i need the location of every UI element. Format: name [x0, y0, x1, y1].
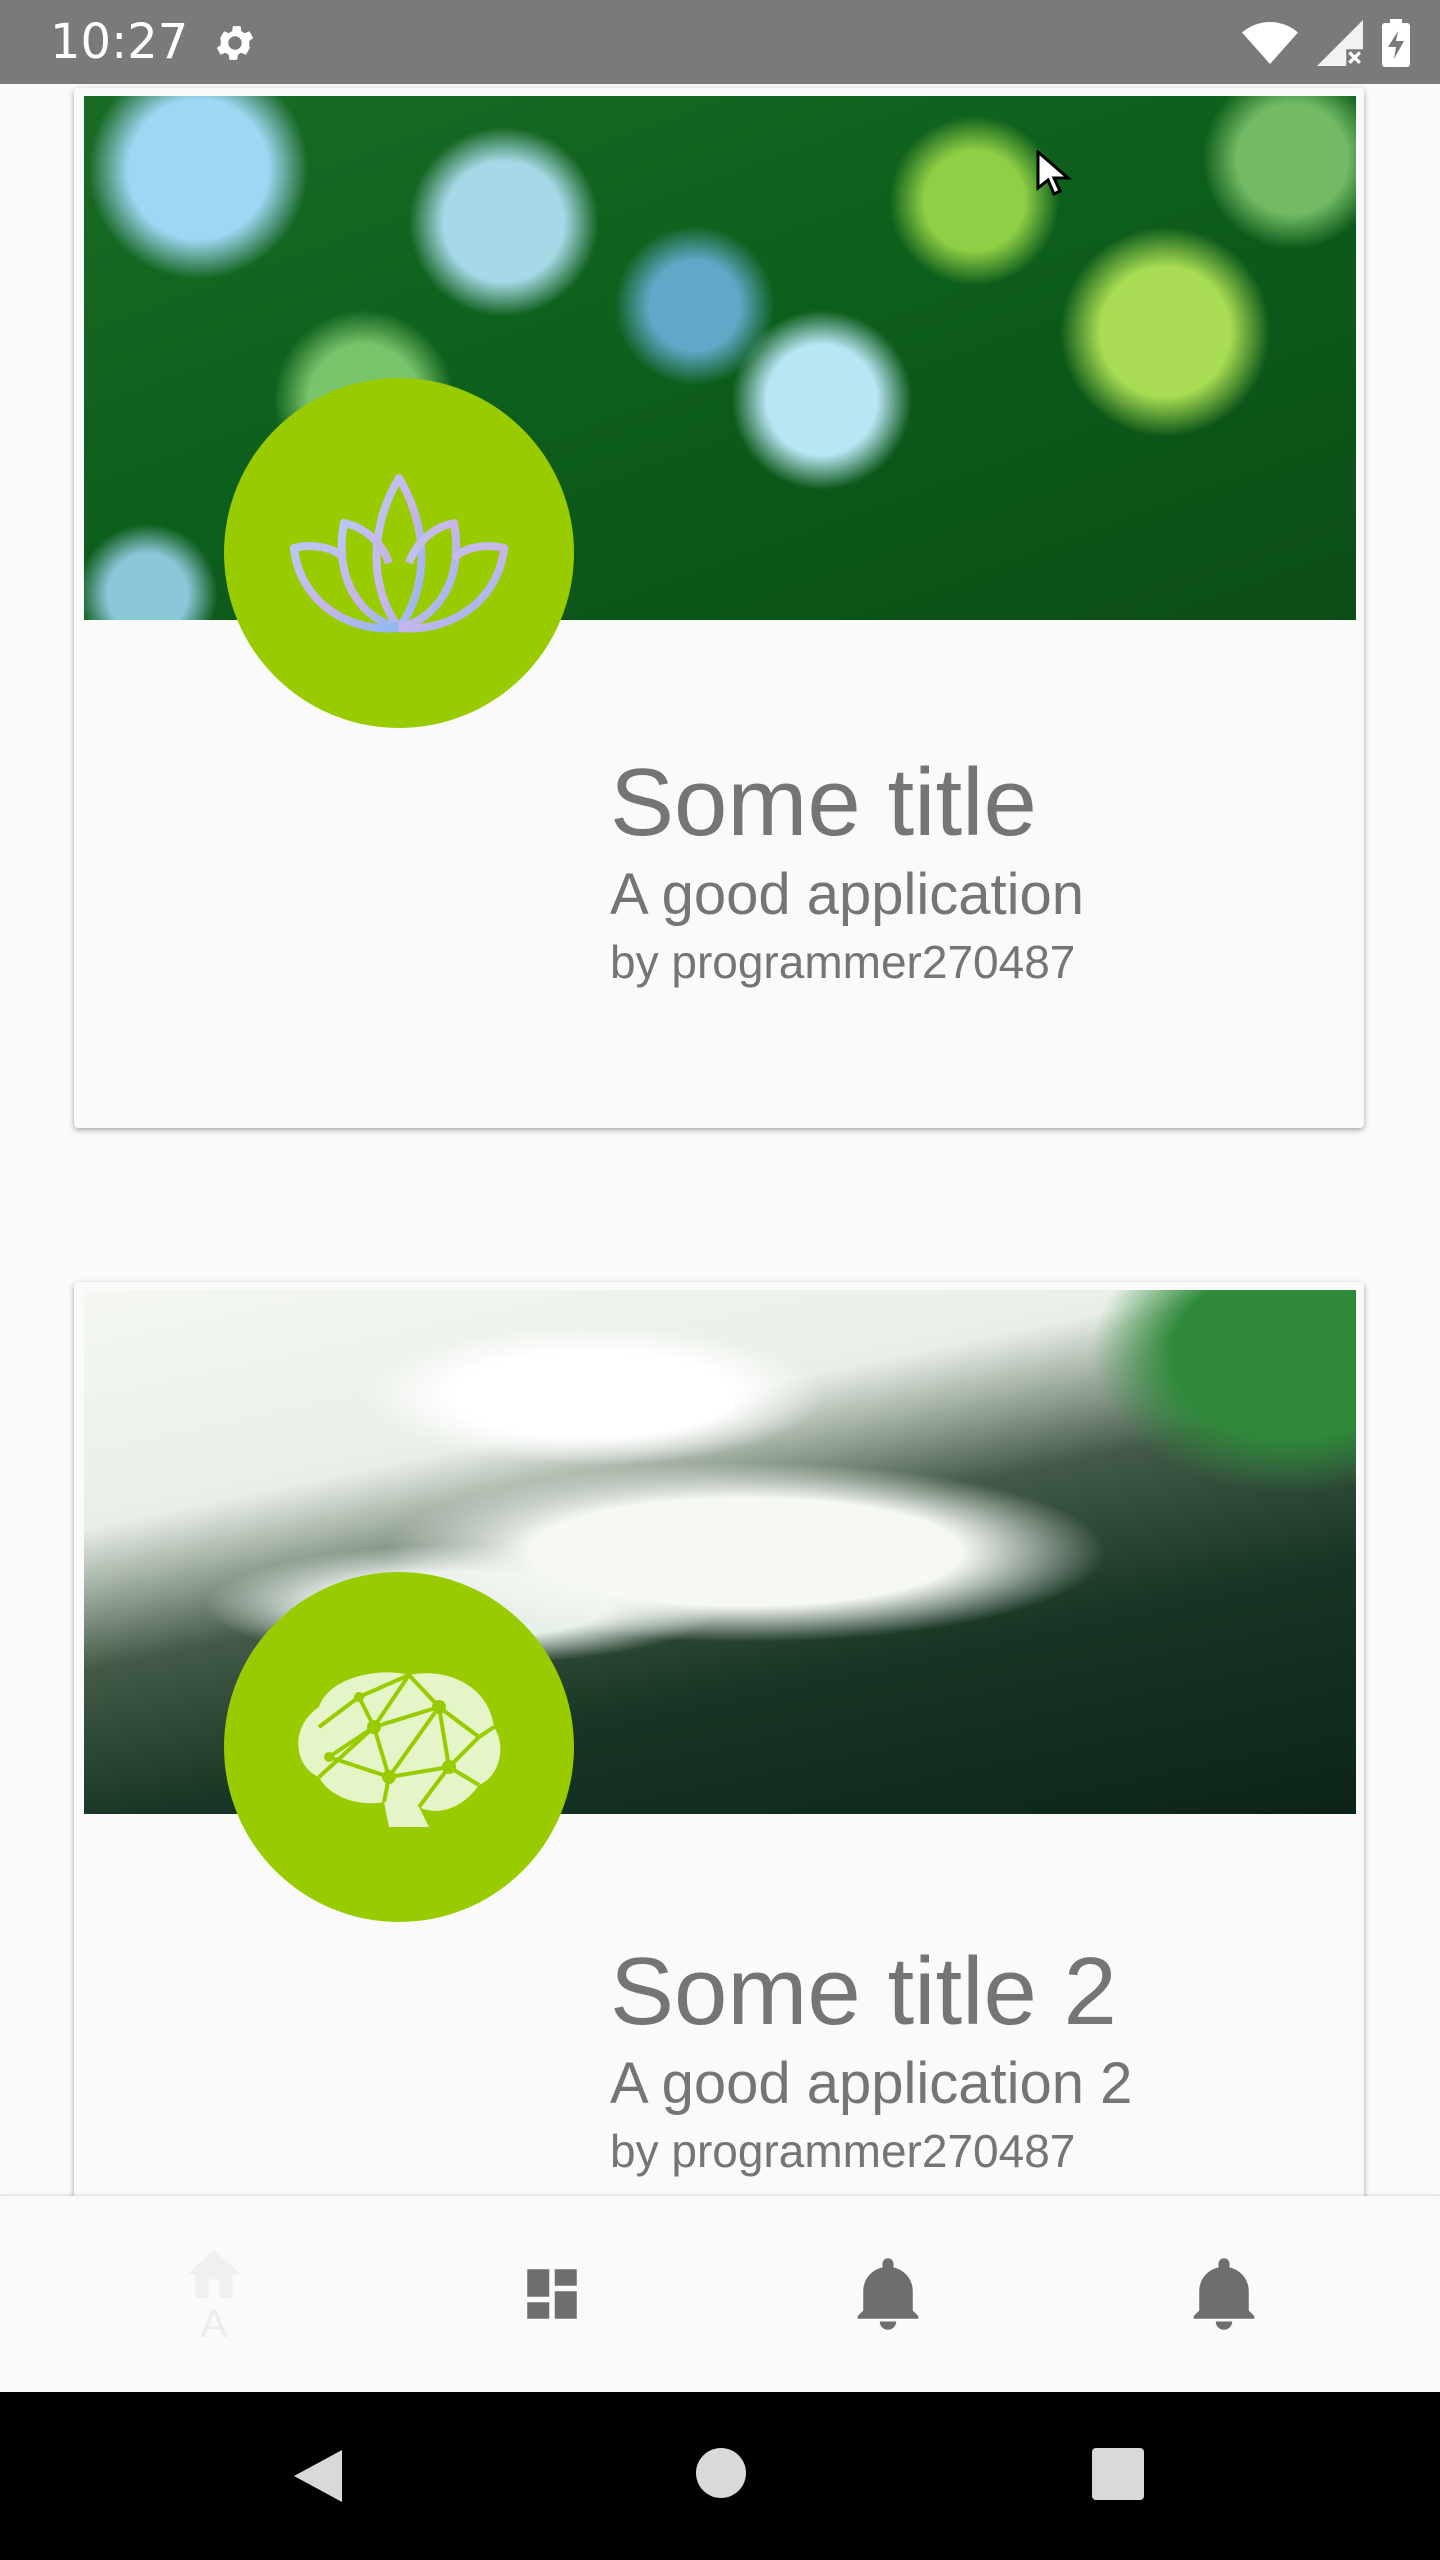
card-text: Some title A good application by program…	[610, 748, 1084, 990]
brain-icon	[298, 1672, 501, 1827]
home-icon	[187, 2249, 241, 2298]
card-text: Some title 2 A good application 2 by pro…	[610, 1937, 1132, 2179]
card-subtitle: A good application	[610, 862, 1085, 927]
card-avatar	[224, 1572, 574, 1922]
back-icon[interactable]	[290, 2446, 346, 2506]
nav-item-notifications[interactable]	[708, 2196, 1068, 2392]
status-bar: 10:27	[0, 0, 1440, 84]
card-avatar	[224, 378, 574, 728]
signal-icon	[1317, 20, 1363, 66]
settings-icon	[216, 26, 254, 60]
card-author: by programmer270487	[610, 2125, 1076, 2177]
bottom-navigation: A	[0, 2196, 1440, 2392]
recents-icon[interactable]	[1090, 2446, 1146, 2502]
system-navigation-bar	[0, 2392, 1440, 2560]
card-author: by programmer270487	[610, 936, 1076, 988]
lotus-icon	[290, 474, 508, 633]
card-subtitle: A good application 2	[610, 2051, 1133, 2116]
bell-icon	[857, 2258, 919, 2330]
battery-charging-icon	[1382, 19, 1410, 67]
nav-item-home[interactable]: A	[34, 2196, 394, 2392]
card-title: Some title	[610, 749, 1037, 856]
nav-label-home: A	[200, 2301, 228, 2346]
bell-icon	[1193, 2258, 1255, 2330]
home-circle-icon[interactable]	[694, 2446, 748, 2500]
app-card[interactable]: Some title 2 A good application 2 by pro…	[74, 1282, 1364, 2282]
mouse-pointer-icon	[1036, 150, 1073, 197]
dashboard-icon	[527, 2269, 577, 2319]
app-card[interactable]: Some title A good application by program…	[74, 88, 1364, 1128]
nav-item-notifications-2[interactable]	[1044, 2196, 1404, 2392]
wifi-icon	[1242, 22, 1298, 64]
status-time: 10:27	[50, 14, 189, 70]
card-title: Some title 2	[610, 1938, 1117, 2045]
nav-item-dashboard[interactable]	[372, 2196, 732, 2392]
